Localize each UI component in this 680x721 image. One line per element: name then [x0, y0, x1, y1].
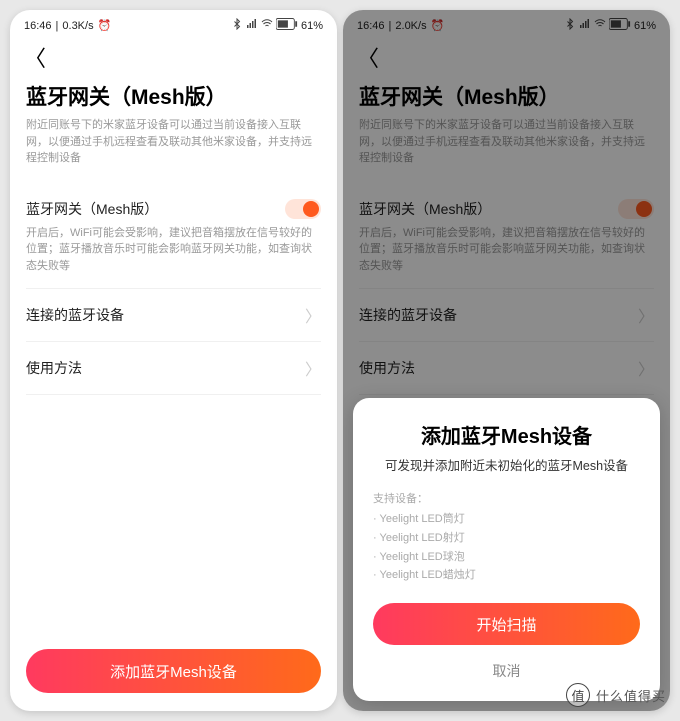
- toggle-row-desc: 开启后，WiFi可能会受影响，建议把音箱摆放在信号较好的位置；蓝牙播放音乐时可能…: [26, 225, 321, 275]
- chevron-right-icon: 〉: [305, 303, 321, 327]
- bluetooth-icon: [564, 18, 576, 33]
- status-time: 16:46: [24, 20, 52, 32]
- toggle-row-desc: 开启后，WiFi可能会受影响，建议把音箱摆放在信号较好的位置；蓝牙播放音乐时可能…: [359, 225, 654, 275]
- status-time: 16:46: [357, 20, 385, 32]
- back-button[interactable]: 〈: [24, 41, 46, 73]
- phone-screen-left: 16:46 | 0.3K/s ⏰ 61%: [10, 10, 337, 711]
- page-description: 附近同账号下的米家蓝牙设备可以通过当前设备接入互联网，以便通过手机远程查看及联动…: [359, 117, 654, 167]
- chevron-right-icon: 〉: [638, 303, 654, 327]
- list-item: Yeelight LED筒灯: [373, 510, 640, 529]
- signal-icon: [246, 18, 258, 33]
- alarm-icon: ⏰: [98, 19, 112, 32]
- usage-row[interactable]: 使用方法 〉: [26, 342, 321, 395]
- usage-label: 使用方法: [359, 358, 415, 378]
- chevron-right-icon: 〉: [638, 356, 654, 380]
- status-sep: |: [56, 20, 59, 32]
- gateway-toggle[interactable]: [618, 199, 654, 219]
- toggle-row-title: 蓝牙网关（Mesh版）: [359, 199, 491, 219]
- connected-devices-row[interactable]: 连接的蓝牙设备 〉: [359, 289, 654, 342]
- wifi-icon: [261, 18, 273, 33]
- battery-icon: [609, 18, 631, 33]
- supported-devices-list: Yeelight LED筒灯 Yeelight LED射灯 Yeelight L…: [373, 510, 640, 585]
- start-scan-button[interactable]: 开始扫描: [373, 603, 640, 645]
- connected-devices-label: 连接的蓝牙设备: [26, 305, 124, 325]
- watermark-text: 什么值得买: [596, 686, 666, 705]
- add-mesh-device-button[interactable]: 添加蓝牙Mesh设备: [26, 649, 321, 693]
- gateway-toggle[interactable]: [285, 199, 321, 219]
- sheet-title: 添加蓝牙Mesh设备: [373, 420, 640, 449]
- connected-devices-row[interactable]: 连接的蓝牙设备 〉: [26, 289, 321, 342]
- wifi-icon: [594, 18, 606, 33]
- toggle-row-title: 蓝牙网关（Mesh版）: [26, 199, 158, 219]
- page-description: 附近同账号下的米家蓝牙设备可以通过当前设备接入互联网，以便通过手机远程查看及联动…: [26, 117, 321, 167]
- watermark-icon: 值: [566, 683, 590, 707]
- usage-label: 使用方法: [26, 358, 82, 378]
- page-title: 蓝牙网关（Mesh版）: [26, 81, 321, 111]
- status-sep: |: [389, 20, 392, 32]
- alarm-icon: ⏰: [431, 19, 445, 32]
- watermark: 值 什么值得买: [566, 683, 666, 707]
- back-button[interactable]: 〈: [357, 41, 379, 73]
- supported-devices-label: 支持设备：: [373, 490, 640, 506]
- chevron-right-icon: 〉: [305, 356, 321, 380]
- status-bar: 16:46 | 0.3K/s ⏰ 61%: [10, 10, 337, 37]
- bluetooth-icon: [231, 18, 243, 33]
- nav-bar: 〈: [343, 37, 670, 81]
- add-device-sheet: 添加蓝牙Mesh设备 可发现并添加附近未初始化的蓝牙Mesh设备 支持设备： Y…: [353, 398, 660, 701]
- list-item: Yeelight LED球泡: [373, 548, 640, 567]
- signal-icon: [579, 18, 591, 33]
- gateway-toggle-row: 蓝牙网关（Mesh版） 开启后，WiFi可能会受影响，建议把音箱摆放在信号较好的…: [26, 185, 321, 290]
- status-speed: 0.3K/s: [62, 20, 93, 32]
- usage-row[interactable]: 使用方法 〉: [359, 342, 654, 395]
- list-item: Yeelight LED射灯: [373, 529, 640, 548]
- list-item: Yeelight LED蜡烛灯: [373, 566, 640, 585]
- status-bar: 16:46 | 2.0K/s ⏰ 61%: [343, 10, 670, 37]
- sheet-subtitle: 可发现并添加附近未初始化的蓝牙Mesh设备: [373, 455, 640, 474]
- status-speed: 2.0K/s: [395, 20, 426, 32]
- connected-devices-label: 连接的蓝牙设备: [359, 305, 457, 325]
- page-title: 蓝牙网关（Mesh版）: [359, 81, 654, 111]
- gateway-toggle-row: 蓝牙网关（Mesh版） 开启后，WiFi可能会受影响，建议把音箱摆放在信号较好的…: [359, 185, 654, 290]
- battery-pct: 61%: [301, 20, 323, 32]
- nav-bar: 〈: [10, 37, 337, 81]
- phone-screen-right: 16:46 | 2.0K/s ⏰ 61%: [343, 10, 670, 711]
- battery-pct: 61%: [634, 20, 656, 32]
- battery-icon: [276, 18, 298, 33]
